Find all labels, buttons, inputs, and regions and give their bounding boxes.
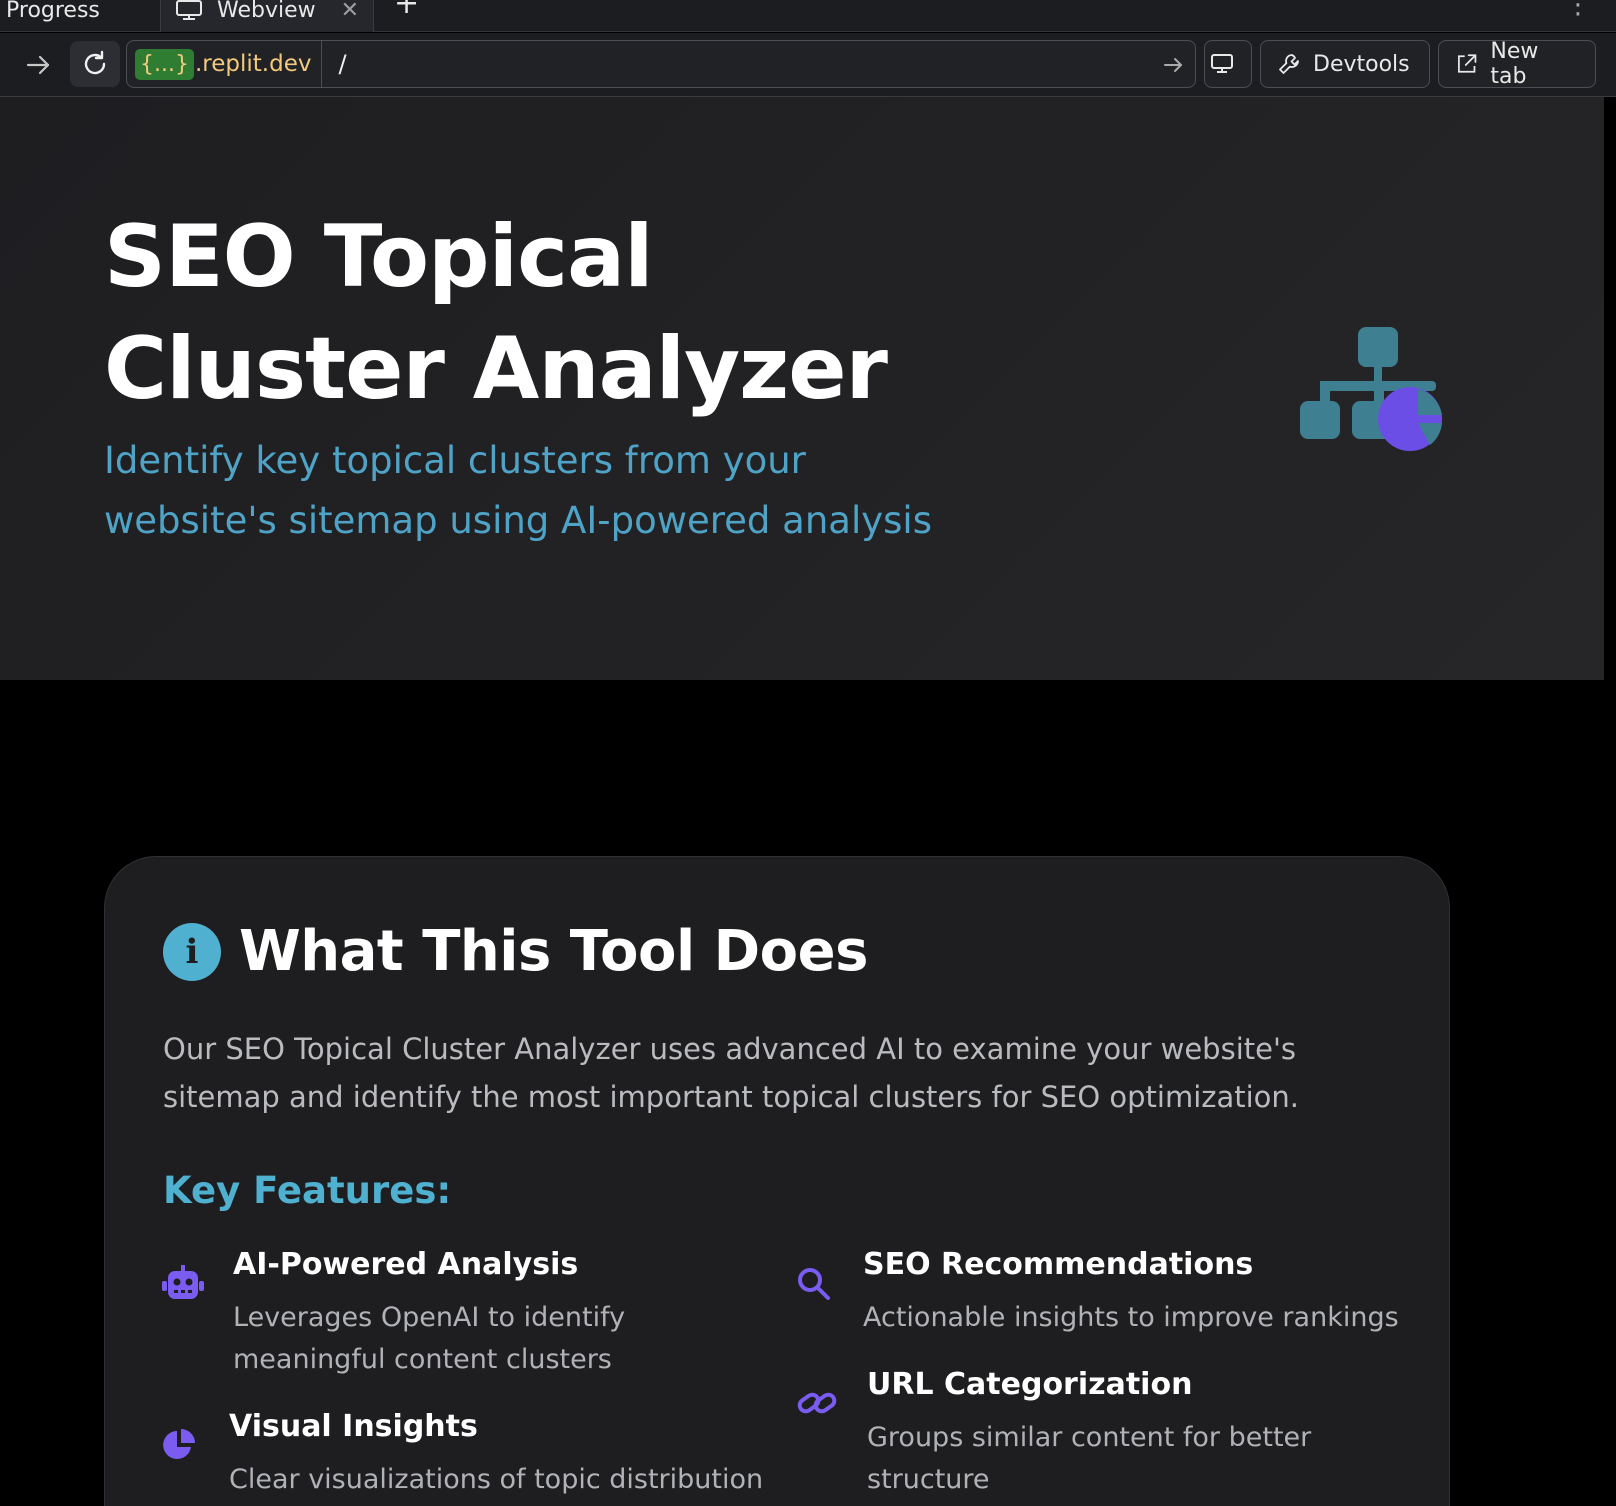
- robot-icon: [161, 1261, 205, 1305]
- new-tab-label: New tab: [1490, 39, 1539, 89]
- hero-section: SEO Topical Cluster Analyzer Identify ke…: [0, 97, 1604, 680]
- page-subtitle: Identify key topical clusters from your …: [104, 439, 932, 542]
- forward-arrow-icon[interactable]: [22, 49, 54, 81]
- tab-webview[interactable]: Webview ✕: [160, 0, 374, 32]
- monitor-icon: [176, 0, 202, 20]
- features-heading: Key Features:: [163, 1169, 452, 1212]
- close-icon[interactable]: ✕: [341, 0, 359, 23]
- reload-button[interactable]: [70, 41, 120, 87]
- tool-info-card: i What This Tool Does Our SEO Topical Cl…: [104, 856, 1450, 1506]
- tab-label: Progress: [6, 0, 100, 23]
- more-options-icon[interactable]: ⋮: [1565, 0, 1591, 20]
- sitemap-pie-icon: [1300, 327, 1442, 451]
- feature-title: SEO Recommendations: [863, 1247, 1254, 1282]
- url-bar[interactable]: {...} .replit.dev /: [126, 40, 1196, 88]
- reload-icon: [84, 50, 106, 75]
- screen-icon: [1211, 54, 1233, 73]
- feature-description: Clear visualizations of topic distributi…: [229, 1464, 764, 1495]
- link-icon: [795, 1381, 839, 1425]
- feature-title: Visual Insights: [229, 1409, 478, 1444]
- feature-title: AI-Powered Analysis: [233, 1247, 579, 1282]
- tab-label: Webview: [217, 0, 316, 23]
- devtools-button[interactable]: Devtools: [1260, 40, 1430, 88]
- add-tab-button[interactable]: +: [394, 0, 419, 21]
- pie-chart-icon: [157, 1423, 201, 1467]
- feature-description: Leverages OpenAI to identify meaningful …: [233, 1302, 626, 1375]
- page-title: SEO Topical Cluster Analyzer: [104, 207, 888, 419]
- feature-title: URL Categorization: [867, 1367, 1193, 1402]
- info-icon: i: [163, 922, 221, 981]
- wrench-icon: [1279, 54, 1299, 74]
- screen-size-button[interactable]: [1204, 40, 1252, 88]
- feature-description: Actionable insights to improve rankings: [863, 1302, 1399, 1333]
- page-edge: [1604, 97, 1616, 1506]
- url-badge: {...}: [135, 48, 194, 80]
- external-link-icon: [1458, 54, 1477, 73]
- card-description: Our SEO Topical Cluster Analyzer uses ad…: [163, 1032, 1300, 1114]
- browser-tab-bar: Progress Webview ✕ + ⋮: [0, 0, 1616, 32]
- url-path-input[interactable]: /: [338, 50, 346, 78]
- devtools-label: Devtools: [1313, 51, 1410, 77]
- card-header: i What This Tool Does: [163, 919, 868, 984]
- go-arrow-icon[interactable]: [1161, 53, 1185, 77]
- url-host: {...} .replit.dev: [127, 41, 323, 87]
- search-icon: [791, 1261, 835, 1305]
- feature-description: Groups similar content for better struct…: [867, 1422, 1312, 1495]
- new-tab-button[interactable]: New tab: [1438, 39, 1596, 89]
- url-domain: .replit.dev: [194, 51, 312, 77]
- tab-progress[interactable]: Progress: [6, 0, 156, 32]
- card-title: What This Tool Does: [239, 919, 868, 984]
- browser-toolbar: {...} .replit.dev / Devtools New tab: [0, 33, 1616, 97]
